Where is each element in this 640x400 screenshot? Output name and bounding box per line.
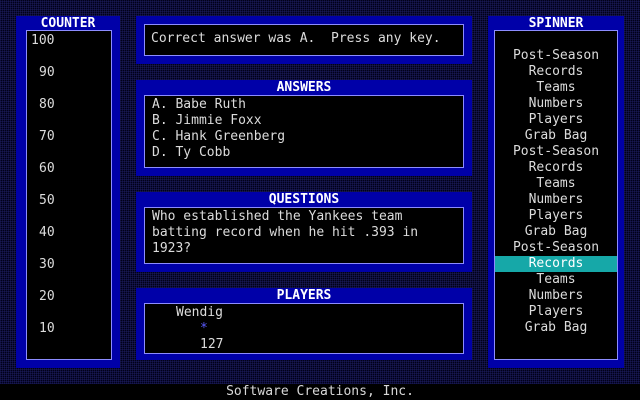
counter-panel: COUNTER 100 90 80 70 60 50 40 30 20 10 <box>16 16 120 368</box>
answer-option-d[interactable]: D. Ty Cobb <box>152 145 456 161</box>
counter-value: 100 <box>31 33 55 48</box>
spinner-item: Post-Season <box>512 240 600 255</box>
question-line: 1923? <box>152 241 192 256</box>
spinner-item: Grab Bag <box>524 224 588 239</box>
message-panel: Correct answer was A. Press any key. <box>136 16 472 64</box>
questions-title: QUESTIONS <box>136 192 472 208</box>
counter-value: 80 <box>39 97 55 112</box>
spinner-item: Grab Bag <box>524 128 588 143</box>
spinner-panel: SPINNER Post-Season Records Teams Number… <box>488 16 624 368</box>
answer-option-c[interactable]: C. Hank Greenberg <box>152 129 456 145</box>
counter-value: 20 <box>39 289 55 304</box>
footer-credit: Software Creations, Inc. <box>0 384 640 400</box>
counter-value: 50 <box>39 193 55 208</box>
answer-option-a[interactable]: A. Babe Ruth <box>152 97 456 113</box>
answers-title: ANSWERS <box>136 80 472 96</box>
spinner-item: Players <box>528 304 584 319</box>
player-marker-icon: * <box>200 321 208 336</box>
spinner-item-selected: Records <box>495 256 617 272</box>
answer-option-b[interactable]: B. Jimmie Foxx <box>152 113 456 129</box>
player-score: 127 <box>200 337 224 352</box>
spinner-item: Post-Season <box>512 48 600 63</box>
counter-value: 70 <box>39 129 55 144</box>
status-message: Correct answer was A. Press any key. <box>151 31 441 46</box>
counter-value: 30 <box>39 257 55 272</box>
question-line: Who established the Yankees team <box>152 209 403 224</box>
spinner-item: Post-Season <box>512 144 600 159</box>
players-body: Wendig * 127 <box>144 303 464 354</box>
spinner-item: Players <box>528 208 584 223</box>
spinner-item: Grab Bag <box>524 320 588 335</box>
spinner-item: Records <box>528 64 584 79</box>
players-title: PLAYERS <box>136 288 472 304</box>
counter-value: 40 <box>39 225 55 240</box>
spinner-item: Numbers <box>528 192 584 207</box>
spinner-item: Players <box>528 112 584 127</box>
spinner-item: Numbers <box>528 288 584 303</box>
spinner-item: Teams <box>536 272 576 287</box>
answers-body: A. Babe Ruth B. Jimmie Foxx C. Hank Gree… <box>144 95 464 168</box>
player-name: Wendig <box>176 305 223 320</box>
answers-panel: ANSWERS A. Babe Ruth B. Jimmie Foxx C. H… <box>136 80 472 176</box>
counter-body: 100 90 80 70 60 50 40 30 20 10 <box>26 30 112 360</box>
players-panel: PLAYERS Wendig * 127 <box>136 288 472 360</box>
questions-panel: QUESTIONS Who established the Yankees te… <box>136 192 472 272</box>
counter-value: 10 <box>39 321 55 336</box>
spinner-list: Post-Season Records Teams Numbers Player… <box>494 30 618 360</box>
spinner-item: Numbers <box>528 96 584 111</box>
questions-body: Who established the Yankees team batting… <box>144 207 464 264</box>
counter-value: 90 <box>39 65 55 80</box>
spinner-item: Records <box>528 160 584 175</box>
message-body: Correct answer was A. Press any key. <box>144 24 464 56</box>
question-line: batting record when he hit .393 in <box>152 225 419 240</box>
counter-value: 60 <box>39 161 55 176</box>
spinner-item: Teams <box>536 80 576 95</box>
spinner-item: Teams <box>536 176 576 191</box>
